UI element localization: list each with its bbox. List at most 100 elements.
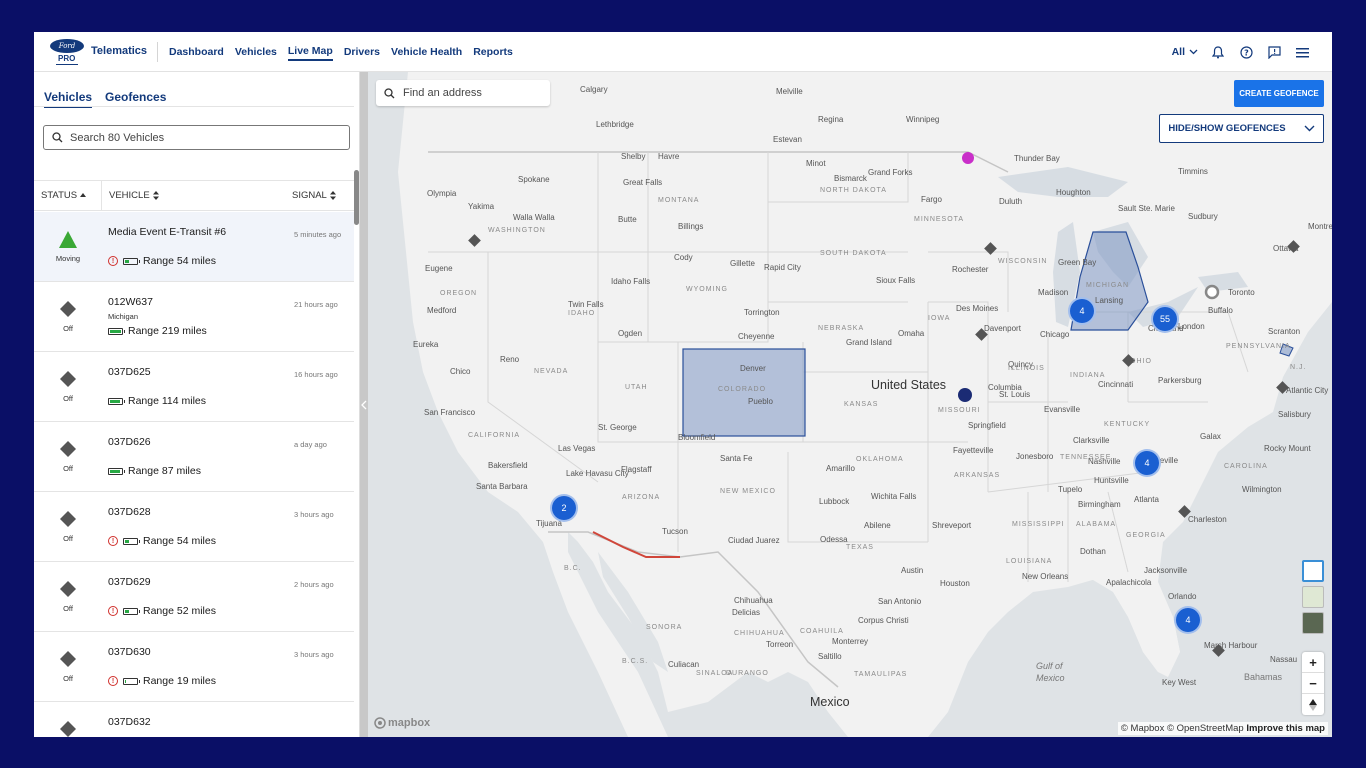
filter-dropdown[interactable]: All — [1172, 46, 1198, 58]
off-status-icon — [57, 718, 79, 737]
attribution-mapbox[interactable]: © Mapbox — [1121, 723, 1164, 734]
vehicle-row[interactable]: Off 037D625 16 hours ago Range 114 miles — [34, 352, 354, 422]
vehicle-row[interactable]: Off 037D629 2 hours ago! Range 52 miles — [34, 562, 354, 632]
hide-show-geofences-dropdown[interactable]: HIDE/SHOW GEOFENCES — [1159, 114, 1324, 143]
vehicle-row[interactable]: Off 037D630 3 hours ago! Range 19 miles — [34, 632, 354, 702]
state-label: TAMAULIPAS — [854, 671, 908, 678]
vehicle-search — [43, 125, 350, 150]
vehicle-name: Media Event E-Transit #6 — [108, 226, 227, 238]
compass-button[interactable] — [1302, 694, 1324, 715]
state-label: COLORADO — [718, 386, 767, 393]
map-label: Pueblo — [748, 397, 773, 406]
nav-vehicle-health[interactable]: Vehicle Health — [391, 44, 462, 60]
bell-icon[interactable] — [1210, 44, 1226, 60]
state-label: ALABAMA — [1076, 521, 1117, 528]
help-icon[interactable]: ? — [1238, 44, 1254, 60]
live-map[interactable]: Calgary Lethbridge Melville Regina Estev… — [368, 72, 1332, 737]
map-label: Orlando — [1168, 592, 1197, 601]
nav-reports[interactable]: Reports — [473, 44, 513, 60]
off-status-icon — [57, 438, 79, 460]
vehicle-cluster[interactable]: 55 — [1151, 305, 1179, 333]
state-label: MISSOURI — [938, 407, 981, 414]
off-status-icon — [57, 648, 79, 670]
vehicle-name: 037D630 — [108, 646, 151, 658]
menu-icon[interactable] — [1294, 44, 1310, 60]
ford-pro-logo[interactable]: Ford PRO — [50, 39, 84, 65]
vehicle-row[interactable]: Off 012W637 Michigan 21 hours ago Range 219 … — [34, 282, 354, 352]
battery-icon — [123, 607, 140, 615]
column-status[interactable]: STATUS — [34, 181, 102, 210]
nav-drivers[interactable]: Drivers — [344, 44, 380, 60]
mapbox-logo-text: mapbox — [388, 717, 431, 729]
chevron-down-icon — [1304, 125, 1315, 132]
map-label: Santa Fe — [720, 454, 753, 463]
map-style-satellite[interactable] — [1302, 612, 1324, 634]
nav-dashboard[interactable]: Dashboard — [169, 44, 224, 60]
vehicle-cluster[interactable]: 2 — [550, 494, 578, 522]
state-label: CAROLINA — [1224, 463, 1268, 470]
hide-show-geofences-label: HIDE/SHOW GEOFENCES — [1168, 123, 1286, 134]
create-geofence-button[interactable]: CREATE GEOFENCE — [1234, 80, 1324, 107]
attribution-osm[interactable]: © OpenStreetMap — [1167, 723, 1244, 734]
map-label: Bakersfield — [488, 461, 528, 470]
battery-icon — [108, 397, 125, 405]
vehicle-row[interactable]: Moving Media Event E-Transit #6 5 minutes … — [34, 212, 354, 282]
column-vehicle[interactable]: VEHICLE — [102, 190, 292, 201]
range-text: Range 54 miles — [143, 255, 216, 267]
column-vehicle-label: VEHICLE — [109, 190, 150, 201]
map-label: Buffalo — [1208, 306, 1233, 315]
panel-scrollbar[interactable] — [354, 170, 359, 225]
map-label: Springfield — [968, 421, 1006, 430]
range-text: Range 52 miles — [143, 605, 216, 617]
address-search-input[interactable] — [403, 87, 543, 99]
state-label: IOWA — [928, 315, 951, 322]
status-label: Off — [63, 394, 73, 403]
map-label: Birmingham — [1078, 500, 1121, 509]
off-status-icon — [57, 578, 79, 600]
map-label: Austin — [901, 566, 924, 575]
zoom-out-button[interactable]: − — [1302, 673, 1324, 694]
sort-asc-icon — [80, 193, 87, 197]
map-label: Spokane — [518, 175, 550, 184]
panel-collapse-handle[interactable] — [360, 72, 368, 737]
map-label: Des Moines — [956, 304, 999, 313]
map-label: Odessa — [820, 535, 848, 544]
nav-vehicles[interactable]: Vehicles — [235, 44, 277, 60]
vehicle-row[interactable]: Off037D632 — [34, 702, 354, 737]
map-style-terrain[interactable] — [1302, 586, 1324, 608]
nav-live-map[interactable]: Live Map — [287, 43, 333, 61]
map-label: Green Bay — [1058, 258, 1097, 267]
map-label: Sudbury — [1188, 212, 1218, 221]
vehicle-row[interactable]: Off 037D628 3 hours ago! Range 54 miles — [34, 492, 354, 562]
improve-map-link[interactable]: Improve this map — [1246, 723, 1325, 734]
signal-time: 3 hours ago — [294, 650, 334, 659]
map-label: Fargo — [921, 195, 942, 204]
column-signal[interactable]: SIGNAL — [292, 190, 354, 201]
state-label: MINNESOTA — [914, 216, 965, 223]
vehicle-search-input[interactable] — [70, 131, 330, 144]
state-label: N.J. — [1290, 364, 1307, 371]
range-text: Range 219 miles — [128, 325, 207, 337]
vehicle-row[interactable]: Off 037D626 a day ago Range 87 miles — [34, 422, 354, 492]
vehicle-cluster[interactable]: 4 — [1068, 297, 1096, 325]
column-signal-label: SIGNAL — [292, 190, 327, 201]
map-label: Scranton — [1268, 327, 1301, 336]
zoom-in-button[interactable]: + — [1302, 652, 1324, 673]
vehicle-cluster[interactable]: 4 — [1133, 449, 1161, 477]
column-status-label: STATUS — [41, 190, 78, 201]
vehicle-name: 012W637 — [108, 296, 153, 308]
map-label: Parkersburg — [1158, 376, 1202, 385]
state-label: OKLAHOMA — [856, 456, 904, 463]
search-icon — [52, 132, 63, 143]
map-label: St. Louis — [999, 390, 1031, 399]
vehicle-name: 037D626 — [108, 436, 151, 448]
feedback-icon[interactable] — [1266, 44, 1282, 60]
state-label: B.C.S. — [622, 658, 649, 665]
status-label: Off — [63, 604, 73, 613]
map-label: Havre — [658, 152, 680, 161]
map-label: Abilene — [864, 521, 891, 530]
map-label: Butte — [618, 215, 637, 224]
vehicle-cluster[interactable]: 4 — [1174, 606, 1202, 634]
map-style-light[interactable] — [1302, 560, 1324, 582]
map-label: Monterrey — [832, 637, 869, 646]
